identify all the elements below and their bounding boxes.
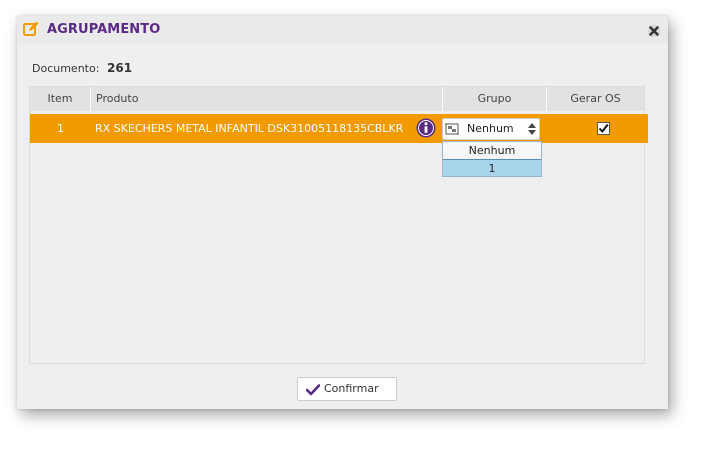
grid-header: Item Produto Grupo Gerar OS [30,87,644,111]
dropdown-option-nenhum[interactable]: Nenhum [443,142,541,159]
check-icon [306,384,320,396]
document-label: Documento: [32,62,100,75]
grupo-dropdown-list: Nenhum 1 [442,141,542,177]
row-item-cell: 1 [57,122,64,135]
confirm-button-label: Confirmar [324,382,379,395]
column-header-item[interactable]: Item [30,87,91,111]
edit-icon [23,21,39,36]
document-value: 261 [107,61,133,75]
column-header-gerar-os[interactable]: Gerar OS [547,87,644,111]
close-icon[interactable] [647,24,661,38]
column-header-grupo[interactable]: Grupo [443,87,547,111]
gerar-os-checkbox[interactable] [597,122,610,135]
grupo-select-value: Nenhum [467,122,514,135]
row-produto-cell: RX SKECHERS METAL INFANTIL DSK3100511813… [95,122,404,135]
dialog-titlebar: AGRUPAMENTO [17,16,668,44]
checkmark-icon [598,123,609,134]
dialog-title: AGRUPAMENTO [47,22,161,37]
group-icon [445,123,459,135]
confirm-button[interactable]: Confirmar [297,377,397,401]
agrupamento-dialog: AGRUPAMENTO Documento: 261 Item Produto … [17,16,668,409]
dropdown-option-1[interactable]: 1 [443,159,541,176]
table-row[interactable]: 1 RX SKECHERS METAL INFANTIL DSK31005118… [30,114,648,143]
sort-arrows-icon [528,123,536,135]
grupo-select[interactable]: Nenhum [442,118,540,140]
info-icon[interactable] [416,118,436,138]
column-header-produto[interactable]: Produto [91,87,443,111]
agrupamento-grid: Item Produto Grupo Gerar OS 1 RX SKECHER… [29,86,648,364]
